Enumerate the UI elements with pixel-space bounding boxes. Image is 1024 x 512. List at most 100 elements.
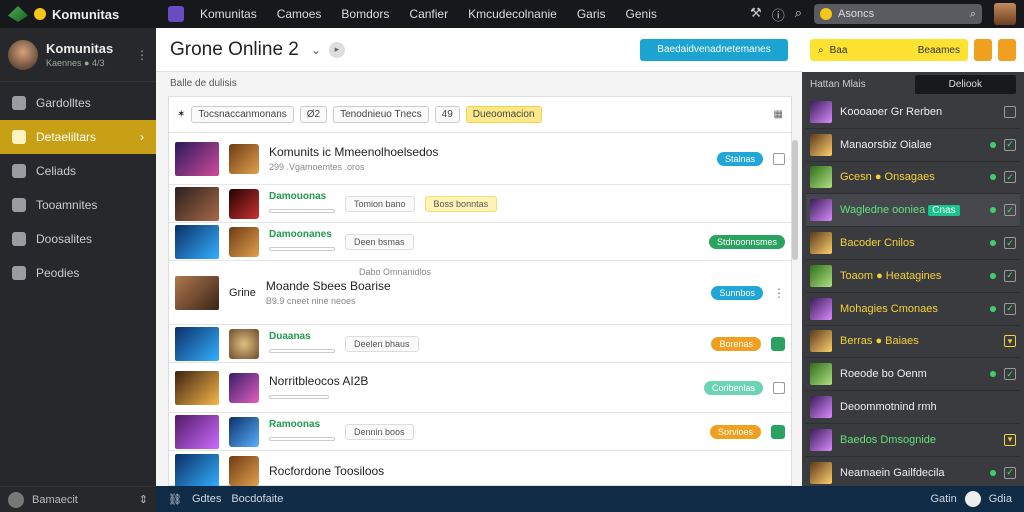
updown-icon[interactable]: ⇕ [139,493,148,506]
status-badge[interactable]: Sorvioes [709,424,761,439]
status-icon[interactable] [771,424,785,439]
brand[interactable]: Komunitas [0,6,156,22]
footer-link[interactable]: Gatin [930,493,956,505]
folder-icon [12,130,26,144]
top-nav-item[interactable]: Garis [567,7,616,21]
player-checkbox[interactable]: ✓ [1004,368,1016,381]
footer-link[interactable]: Gdtes [192,493,221,505]
list-item[interactable]: Bacoder Cnilos ✓ [806,227,1020,260]
link-icon[interactable]: ⛓ [168,493,182,506]
info-chip[interactable]: Deelen bhaus [345,335,419,352]
section-label: Balle de dulisis [170,78,237,89]
profile-card[interactable]: Komunitas Kaennes ● 4/3 ⋮ [0,28,156,82]
top-nav-item[interactable]: Bomdors [331,7,399,21]
sidebar-item-active[interactable]: Detaeliltars › [0,120,156,154]
player-checkbox[interactable]: ✓ [1004,138,1016,151]
player-checkbox[interactable]: ✓ [1004,171,1016,184]
list-item[interactable]: Wagledne ooniea Cnas ✓ [806,194,1020,228]
primary-action-button[interactable]: Baedaidvenadnetemanes [640,38,788,61]
status-badge[interactable]: Stdnoonnsmes [708,234,785,249]
footer-link[interactable]: Bocdofaite [231,493,283,505]
settings-button[interactable] [998,39,1016,61]
player-checkbox[interactable]: ✓ [1004,302,1016,315]
status-badge[interactable]: Borenas [711,336,761,351]
player-search[interactable]: ⌕ Baa Beaames [810,39,968,61]
more-icon[interactable]: ⋮ [136,48,148,62]
search-field[interactable]: Asoncs ⌕ [814,4,982,24]
status-badge[interactable]: Stalnas [716,151,763,166]
top-nav-item[interactable]: Genis [616,7,667,21]
filter-button[interactable] [974,39,992,61]
filter-chip[interactable]: Ø2 [299,106,328,123]
info-chip[interactable]: Tomion bano [345,195,415,212]
row-checkbox[interactable] [773,381,785,394]
table-row[interactable]: Damoonanes Deen bsmas Stdnoonnsmes [169,223,791,261]
player-checkbox[interactable]: ▾ [1004,335,1016,348]
list-item[interactable]: Baedos Dmsognide ▾ [806,424,1020,457]
info-chip[interactable]: Boss bonntas [424,195,498,212]
list-item[interactable]: Roeode bo Oenm ✓ [806,358,1020,392]
tab-players[interactable]: Hattan Mlais [810,79,866,90]
info-icon[interactable]: ⓘ [772,5,785,24]
table-row[interactable]: Norritbleocos AI2B Coribenlas [169,363,791,413]
search-icon[interactable]: ⌕ [970,8,976,21]
list-item[interactable]: Deoommotnind rmh [806,391,1020,424]
filter-chip[interactable]: 49 [434,106,460,123]
list-item[interactable]: Manaorsbiz Oialae ✓ [806,129,1020,162]
table-row[interactable]: Damouonas Tomion bano Boss bonntas [169,185,791,223]
filter-chip[interactable]: Tocsnaccanmonans [191,106,294,123]
game-name: Damoonanes [269,229,332,240]
list-item[interactable]: Neamaein Gailfdecila ✓ [806,457,1020,490]
top-nav-item[interactable]: Komunitas [190,7,267,21]
table-row[interactable]: Dabo Omnanidlos Grine Moande Sbees Boari… [169,261,791,325]
player-checkbox[interactable]: ✓ [1004,237,1016,250]
game-thumbnail [175,141,219,176]
top-nav-item[interactable]: Camoes [267,7,332,21]
player-checkbox[interactable] [1004,105,1016,118]
player-checkbox[interactable]: ▾ [1004,433,1016,446]
list-item[interactable]: Mohagies Cmonaes ✓ [806,293,1020,326]
sidebar-item[interactable]: Doosalites [0,222,156,256]
user-icon[interactable] [964,491,981,507]
chevron-down-icon[interactable]: ⌄ [311,43,321,57]
player-checkbox[interactable]: ✓ [1004,204,1016,217]
footer-link[interactable]: Gdia [989,493,1012,505]
more-icon[interactable]: ⋮ [773,286,785,300]
list-item[interactable]: Berras ● Baiaes ▾ [806,326,1020,359]
tab-deliook[interactable]: Deliook [914,74,1016,94]
table-row[interactable]: Komunits ic Mmeenolhoelsedos 299 .Vgamoe… [169,133,791,185]
list-item[interactable]: Toaom ● Heatagines ✓ [806,260,1020,293]
filter-chip[interactable]: Dueoomacion [465,106,542,123]
search-icon[interactable]: ⌕ [795,5,802,24]
hammer-icon[interactable]: ⚒ [750,5,762,24]
table-row[interactable]: Ramoonas Dennin boos Sorvioes [169,413,791,451]
play-icon[interactable]: ▸ [328,41,345,58]
sidebar-item[interactable]: Peodies [0,256,156,290]
player-avatar [810,199,832,222]
scrollbar[interactable] [792,140,798,260]
list-item[interactable]: Gcesn ● Onsagaes ✓ [806,162,1020,195]
avatar[interactable] [994,3,1016,25]
table-row[interactable]: Duaanas Deelen bhaus Borenas [169,325,791,363]
player-checkbox[interactable]: ✓ [1004,269,1016,282]
list-item[interactable]: Koooaoer Gr Rerben [806,96,1020,129]
grid-view-icon[interactable]: ▦ [774,109,783,120]
top-nav-item[interactable]: Canfier [399,7,458,21]
right-panel: ⌕ Baa Beaames Hattan Mlais Deliook Koooa… [802,28,1024,490]
status-icon[interactable] [771,336,785,351]
sidebar-item[interactable]: Gardolltes [0,86,156,120]
user-icon [8,491,24,508]
sidebar-item[interactable]: Celiads [0,154,156,188]
sidebar-footer[interactable]: Bamaecit ⇕ [0,486,156,512]
info-chip[interactable]: Deen bsmas [345,233,414,250]
sidebar-item[interactable]: Tooamnites [0,188,156,222]
table-row[interactable]: Rocfordone Toosiloos [169,451,791,491]
info-chip[interactable]: Dennin boos [345,423,414,440]
status-badge[interactable]: Sunnbos [711,285,763,300]
status-badge[interactable]: Coribenlas [703,380,763,395]
filter-chip[interactable]: Tenodnieuo Tnecs [333,106,429,123]
row-checkbox[interactable] [773,152,785,165]
sidebar-item-label: Gardolltes [36,96,91,110]
top-nav-item[interactable]: Kmcudecolnanie [458,7,567,21]
player-checkbox[interactable]: ✓ [1004,466,1016,479]
